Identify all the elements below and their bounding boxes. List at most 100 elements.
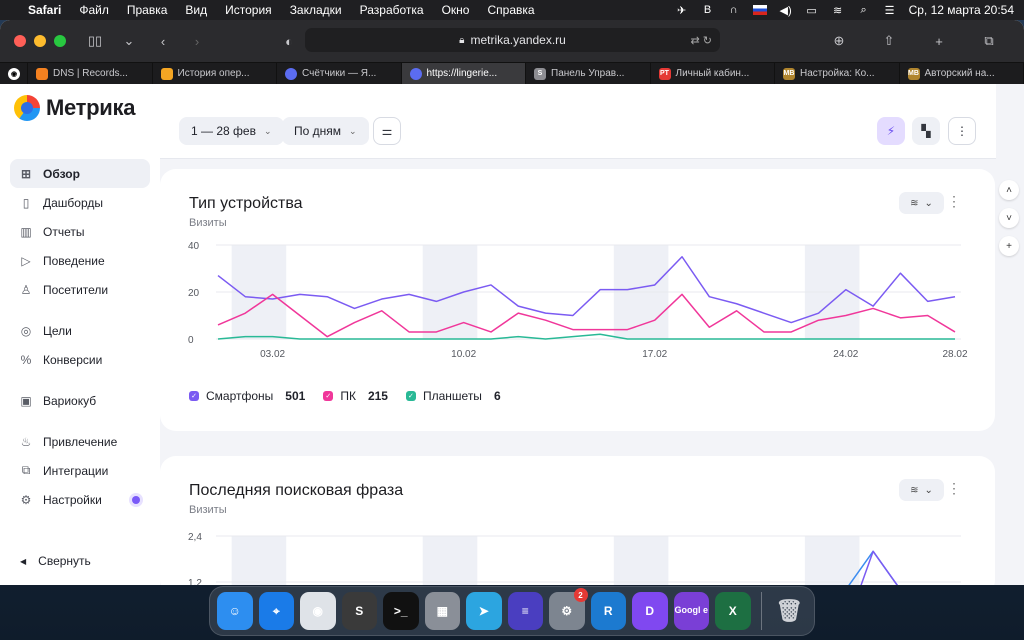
tab-counters[interactable]: Счётчики — Я... bbox=[277, 63, 402, 84]
sidebar-item-behavior[interactable]: ▷ Поведение bbox=[10, 246, 150, 275]
sidebar-item-settings[interactable]: ⚙ Настройки bbox=[10, 485, 150, 514]
chart-type-toggle[interactable]: ≋ ⌄ bbox=[899, 479, 944, 501]
sidebar-item-overview[interactable]: ⊞ Обзор bbox=[10, 159, 150, 188]
tab-settings-ko[interactable]: MB Настройка: Ко... bbox=[775, 63, 900, 84]
battery-icon[interactable]: ▭ bbox=[805, 4, 819, 17]
control-center-icon[interactable]: ☰ bbox=[883, 4, 897, 17]
collapse-label: Свернуть bbox=[38, 554, 91, 568]
menu-file[interactable]: Файл bbox=[79, 3, 109, 17]
sidebar-item-conversions[interactable]: % Конверсии bbox=[10, 345, 150, 374]
play-icon: ▷ bbox=[21, 253, 31, 268]
tab-title: Личный кабин... bbox=[675, 68, 750, 79]
scroll-down-button[interactable]: ˅ bbox=[999, 208, 1019, 228]
pinned-tab[interactable]: ◉ bbox=[0, 63, 28, 84]
privacy-shield-icon[interactable]: ◐ bbox=[278, 30, 300, 52]
card-more-icon[interactable]: ⋮ bbox=[947, 193, 961, 210]
menu-develop[interactable]: Разработка bbox=[360, 3, 424, 17]
telegram-status-icon[interactable]: ✈ bbox=[675, 4, 689, 17]
downloads-icon[interactable]: ⊕ bbox=[828, 30, 850, 52]
metrika-logo[interactable]: Метрика bbox=[14, 95, 135, 121]
safari-window: ▯▯ ⌄ ‹ › ◐ 🔒︎ metrika.yandex.ru ⇄ ↻ ⊕ ⇧ … bbox=[0, 20, 1024, 585]
tab-lingerie-active[interactable]: https://lingerie... bbox=[401, 63, 526, 84]
sidebar-item-label: Настройки bbox=[43, 492, 102, 507]
sidebar-item-dashboards[interactable]: ▯ Дашборды bbox=[10, 188, 150, 217]
b-status-icon[interactable]: B bbox=[701, 4, 715, 16]
wifi-icon[interactable]: ≋ bbox=[831, 4, 845, 17]
trash-icon[interactable]: 🗑︎ bbox=[771, 592, 807, 630]
address-bar[interactable]: 🔒︎ metrika.yandex.ru ⇄ ↻ bbox=[305, 28, 720, 52]
tab-dns-records[interactable]: DNS | Records... bbox=[28, 63, 153, 84]
search-icon[interactable]: ⌕ bbox=[857, 4, 871, 16]
chart-type-toggle[interactable]: ≋ ⌄ bbox=[899, 192, 944, 214]
arch-status-icon[interactable]: ∩ bbox=[727, 4, 741, 16]
notes-icon[interactable]: ≡ bbox=[507, 592, 543, 630]
widgets-button[interactable]: ▚ bbox=[912, 117, 940, 145]
sidebar-item-label: Привлечение bbox=[43, 434, 118, 449]
filters-button[interactable]: ⚌ bbox=[373, 117, 401, 145]
menu-history[interactable]: История bbox=[225, 3, 272, 17]
logo-text: Метрика bbox=[46, 95, 136, 120]
x-tick-label: 24.02 bbox=[833, 349, 858, 360]
safari-icon[interactable]: ⌖ bbox=[258, 592, 294, 630]
finder-icon[interactable]: ☺ bbox=[217, 592, 253, 630]
chrome-icon[interactable]: ◉ bbox=[300, 592, 336, 630]
menu-view[interactable]: Вид bbox=[185, 3, 207, 17]
zoom-window-button[interactable] bbox=[54, 35, 66, 47]
close-window-button[interactable] bbox=[14, 35, 26, 47]
share-icon[interactable]: ⇧ bbox=[878, 30, 900, 52]
sidebar-item-reports[interactable]: ▥ Отчеты bbox=[10, 217, 150, 246]
more-options-button[interactable]: ⋮ bbox=[948, 117, 976, 145]
chevron-down-icon: ⌄ bbox=[263, 125, 272, 136]
launchpad-icon[interactable]: ▦ bbox=[424, 592, 460, 630]
rdp-icon[interactable]: R bbox=[590, 592, 626, 630]
sidebar-item-acquisition[interactable]: ♨ Привлечение bbox=[10, 427, 150, 456]
chevron-down-icon[interactable]: ⌄ bbox=[118, 30, 140, 52]
sidebar-item-integrations[interactable]: ⧉ Интеграции bbox=[10, 456, 150, 485]
quick-actions-button[interactable]: ⚡︎ bbox=[877, 117, 905, 145]
translate-reload-icons[interactable]: ⇄ ↻ bbox=[691, 34, 713, 47]
legend-label: Смартфоны bbox=[206, 389, 274, 403]
menu-window[interactable]: Окно bbox=[442, 3, 470, 17]
y-tick-label: 40 bbox=[188, 241, 200, 252]
grouping-selector[interactable]: По дням ⌄ bbox=[282, 117, 369, 145]
tab-author[interactable]: MB Авторский на... bbox=[900, 63, 1024, 84]
legend-pc[interactable]: ✓ ПК 215 bbox=[323, 389, 388, 403]
telegram-icon[interactable]: ➤ bbox=[466, 592, 502, 630]
tab-history[interactable]: История опер... bbox=[153, 63, 277, 84]
menu-edit[interactable]: Правка bbox=[127, 3, 168, 17]
menu-app-name[interactable]: Safari bbox=[28, 3, 61, 17]
lock-icon: 🔒︎ bbox=[459, 34, 465, 46]
menubar-datetime[interactable]: Ср, 12 марта 20:54 bbox=[909, 3, 1014, 17]
tab-control-panel[interactable]: S Панель Управ... bbox=[526, 63, 651, 84]
sidebar-toggle-icon[interactable]: ▯▯ bbox=[84, 30, 106, 52]
terminal-icon[interactable]: >_ bbox=[383, 592, 419, 630]
tab-overview-icon[interactable]: ⧉ bbox=[978, 30, 1000, 52]
legend-smartphones[interactable]: ✓ Смартфоны 501 bbox=[189, 389, 305, 403]
back-icon[interactable]: ‹ bbox=[152, 30, 174, 52]
percent-icon: % bbox=[20, 352, 32, 367]
forward-icon[interactable]: › bbox=[186, 30, 208, 52]
google-app-icon[interactable]: Googl e bbox=[673, 592, 709, 630]
period-selector[interactable]: 1 — 28 фев ⌄ bbox=[179, 117, 284, 145]
scroll-up-button[interactable]: ˄ bbox=[999, 180, 1019, 200]
menu-bookmarks[interactable]: Закладки bbox=[290, 3, 342, 17]
d-app-icon[interactable]: D bbox=[632, 592, 668, 630]
chevron-down-icon: ⌄ bbox=[349, 125, 357, 136]
collapse-sidebar-button[interactable]: ◀ Свернуть bbox=[20, 554, 91, 568]
menu-help[interactable]: Справка bbox=[487, 3, 534, 17]
legend-tablets[interactable]: ✓ Планшеты 6 bbox=[405, 389, 501, 403]
excel-icon[interactable]: X bbox=[715, 592, 751, 630]
system-settings-icon[interactable]: ⚙ 2 bbox=[549, 588, 588, 630]
legend-value: 215 bbox=[367, 389, 388, 403]
new-tab-icon[interactable]: + bbox=[928, 30, 950, 52]
card-more-icon[interactable]: ⋮ bbox=[947, 480, 961, 497]
add-widget-button[interactable]: + bbox=[999, 236, 1019, 256]
sidebar-item-variocube[interactable]: ▣ Вариокуб bbox=[10, 386, 150, 415]
minimize-window-button[interactable] bbox=[34, 35, 46, 47]
tab-personal-account[interactable]: PT Личный кабин... bbox=[651, 63, 775, 84]
sidebar-item-visitors[interactable]: ♙ Посетители bbox=[10, 275, 150, 304]
sublime-icon[interactable]: S bbox=[341, 592, 377, 630]
volume-icon[interactable]: ◀) bbox=[779, 4, 793, 17]
sidebar-item-goals[interactable]: ◎ Цели bbox=[10, 316, 150, 345]
input-language-flag-icon[interactable] bbox=[752, 5, 767, 15]
